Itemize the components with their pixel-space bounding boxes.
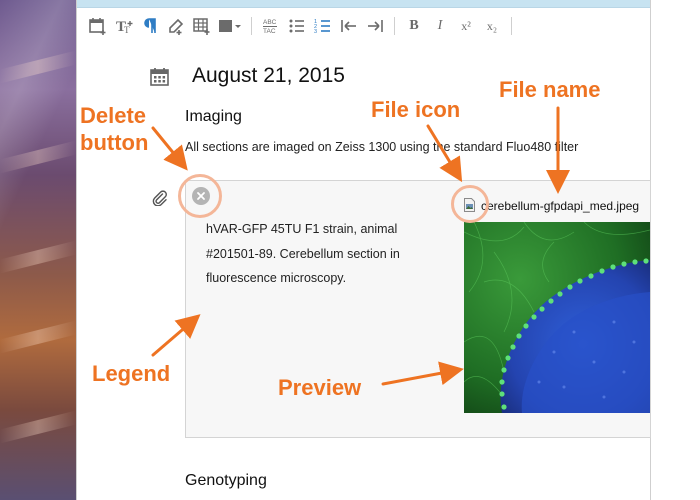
outdent-icon[interactable] xyxy=(336,13,362,39)
bold-glyph: B xyxy=(409,18,419,33)
superscript-glyph: x² xyxy=(461,18,471,33)
italic-icon[interactable]: I xyxy=(427,13,453,39)
cerebellum-micrograph xyxy=(464,222,650,413)
numbered-list-icon[interactable]: 123 xyxy=(310,13,336,39)
window-top-strip xyxy=(77,0,650,8)
italic-glyph: I xyxy=(437,18,443,33)
toolbar-separator xyxy=(394,17,395,35)
paragraph-icon[interactable] xyxy=(137,13,163,39)
annotation-legend: Legend xyxy=(92,361,171,386)
toolbar-separator xyxy=(251,17,252,35)
color-square-icon[interactable] xyxy=(215,13,245,39)
subscript-glyph: x₂ xyxy=(486,18,498,33)
sign-icon[interactable] xyxy=(163,13,189,39)
paperclip-icon xyxy=(152,190,167,206)
bold-icon[interactable]: B xyxy=(401,13,427,39)
add-table-icon[interactable] xyxy=(189,13,215,39)
attachment-legend[interactable]: hVAR-GFP 45TU F1 strain, animal #201501-… xyxy=(206,217,426,291)
editor-toolbar: TT ABC TAC 123 B I x² x₂ xyxy=(77,9,650,43)
file-icon-highlight xyxy=(451,185,489,223)
add-date-icon[interactable] xyxy=(85,13,111,39)
toolbar-separator xyxy=(511,17,512,35)
text-size-icon[interactable]: TT xyxy=(111,13,137,39)
indent-icon[interactable] xyxy=(362,13,388,39)
svg-text:ABC: ABC xyxy=(263,19,277,26)
entry-date: August 21, 2015 xyxy=(192,64,345,87)
bullet-list-icon[interactable] xyxy=(284,13,310,39)
annotation-file-icon: File icon xyxy=(371,97,461,122)
annotation-preview: Preview xyxy=(278,375,362,400)
annotation-delete-button: Delete button xyxy=(80,103,149,155)
file-name[interactable]: cerebellum-gfpdapi_med.jpeg xyxy=(481,199,639,213)
image-preview[interactable] xyxy=(464,222,650,413)
superscript-icon[interactable]: x² xyxy=(453,13,479,39)
section-title[interactable]: Imaging xyxy=(185,108,242,126)
next-section-title[interactable]: Genotyping xyxy=(185,472,267,490)
svg-text:T: T xyxy=(124,25,130,35)
calendar-icon xyxy=(150,68,169,86)
spellcheck-icon[interactable]: ABC TAC xyxy=(258,13,284,39)
desktop-wallpaper xyxy=(0,0,76,500)
section-text[interactable]: All sections are imaged on Zeiss 1300 us… xyxy=(185,140,578,154)
screenshot: TT ABC TAC 123 B I x² x₂ August 21, 2015… xyxy=(0,0,700,500)
subscript-icon[interactable]: x₂ xyxy=(479,13,505,39)
svg-text:TAC: TAC xyxy=(263,28,276,35)
annotation-file-name: File name xyxy=(499,77,601,102)
delete-button-highlight xyxy=(178,174,222,218)
svg-text:3: 3 xyxy=(314,29,317,35)
